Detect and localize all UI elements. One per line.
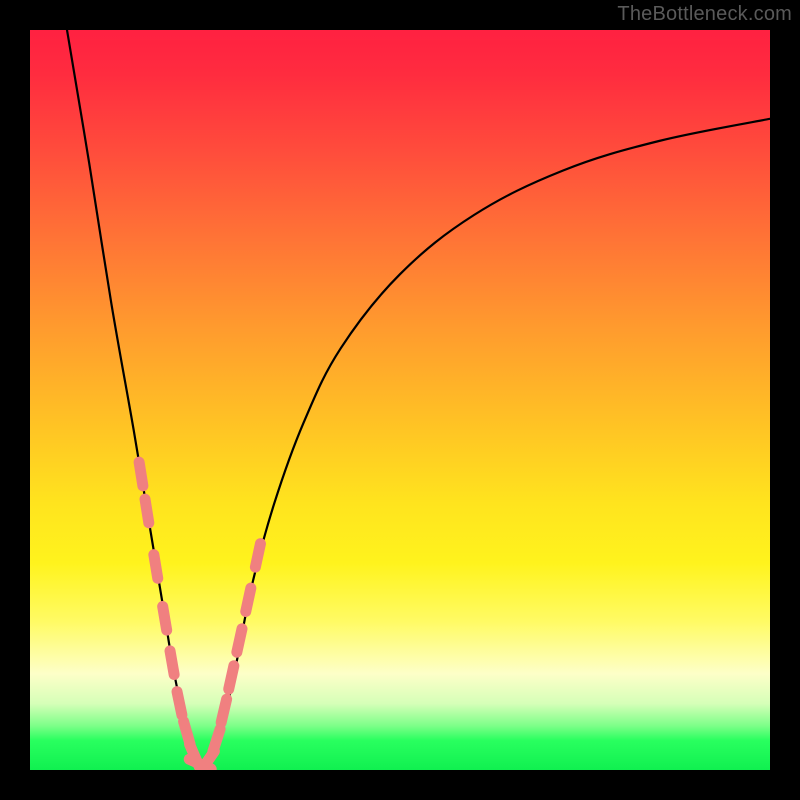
plot-area (30, 30, 770, 770)
gradient-background (30, 30, 770, 770)
chart-frame: TheBottleneck.com (0, 0, 800, 800)
watermark-text: TheBottleneck.com (617, 3, 792, 26)
